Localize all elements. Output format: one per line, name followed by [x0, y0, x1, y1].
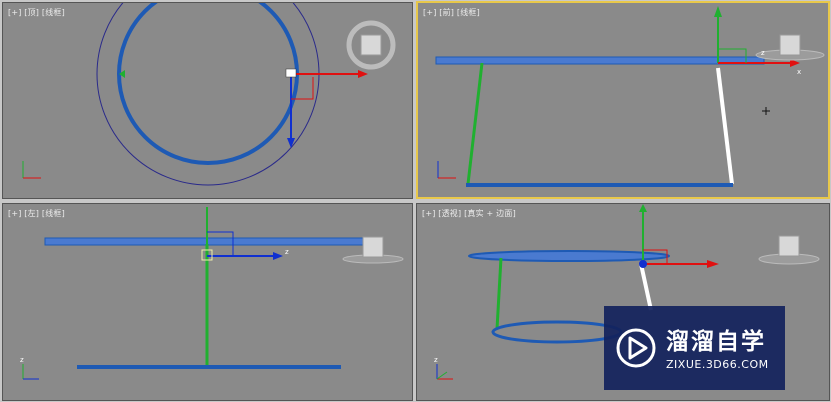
move-gizmo	[201, 207, 283, 261]
axis-tripod-left	[22, 364, 39, 380]
viewport-label[interactable]: [+] [顶] [线框]	[8, 7, 65, 18]
base-ring	[491, 320, 623, 344]
viewport-top[interactable]: [+] [顶] [线框]	[2, 2, 413, 199]
tripod-axis-label: z	[20, 356, 24, 364]
play-logo-icon	[616, 328, 656, 368]
move-cursor-icon	[762, 107, 770, 115]
viewport-label[interactable]: [+] [透视] [真实 + 边面]	[422, 208, 516, 219]
viewcube-top	[346, 20, 396, 70]
axis-tripod-front	[437, 161, 456, 179]
axis-tripod-top	[22, 161, 41, 179]
viewcube-perspective	[758, 235, 820, 265]
viewport-label[interactable]: [+] [前] [线框]	[423, 7, 480, 18]
tripod-axis-label: z	[434, 356, 438, 364]
gizmo-axis-label-z: z	[285, 248, 289, 256]
table-top	[435, 56, 765, 65]
viewport-label[interactable]: [+] [左] [线框]	[8, 208, 65, 219]
table-top-circle	[117, 3, 299, 165]
leg-right	[716, 67, 734, 185]
leg-left	[495, 257, 503, 330]
watermark: 溜溜自学 ZIXUE.3D66.COM	[604, 306, 785, 390]
watermark-url: ZIXUE.3D66.COM	[666, 358, 769, 371]
table-top	[468, 250, 670, 262]
gizmo-axis-label-x: x	[797, 68, 801, 76]
viewport-left-scene: z z	[20, 207, 404, 380]
viewcube-front	[755, 34, 825, 61]
gizmo-axis-label-z: z	[761, 49, 765, 57]
leg-left	[466, 62, 484, 185]
viewport-top-scene	[22, 3, 396, 186]
viewport-front[interactable]: z x [+] [前] [线框]	[416, 1, 830, 199]
watermark-title: 溜溜自学	[666, 329, 766, 355]
viewport-front-scene: z x	[435, 6, 825, 187]
axis-tripod-perspective	[436, 364, 453, 380]
viewport-left[interactable]: z z [+] [左] [线框]	[2, 203, 413, 401]
leg-right	[639, 263, 653, 311]
